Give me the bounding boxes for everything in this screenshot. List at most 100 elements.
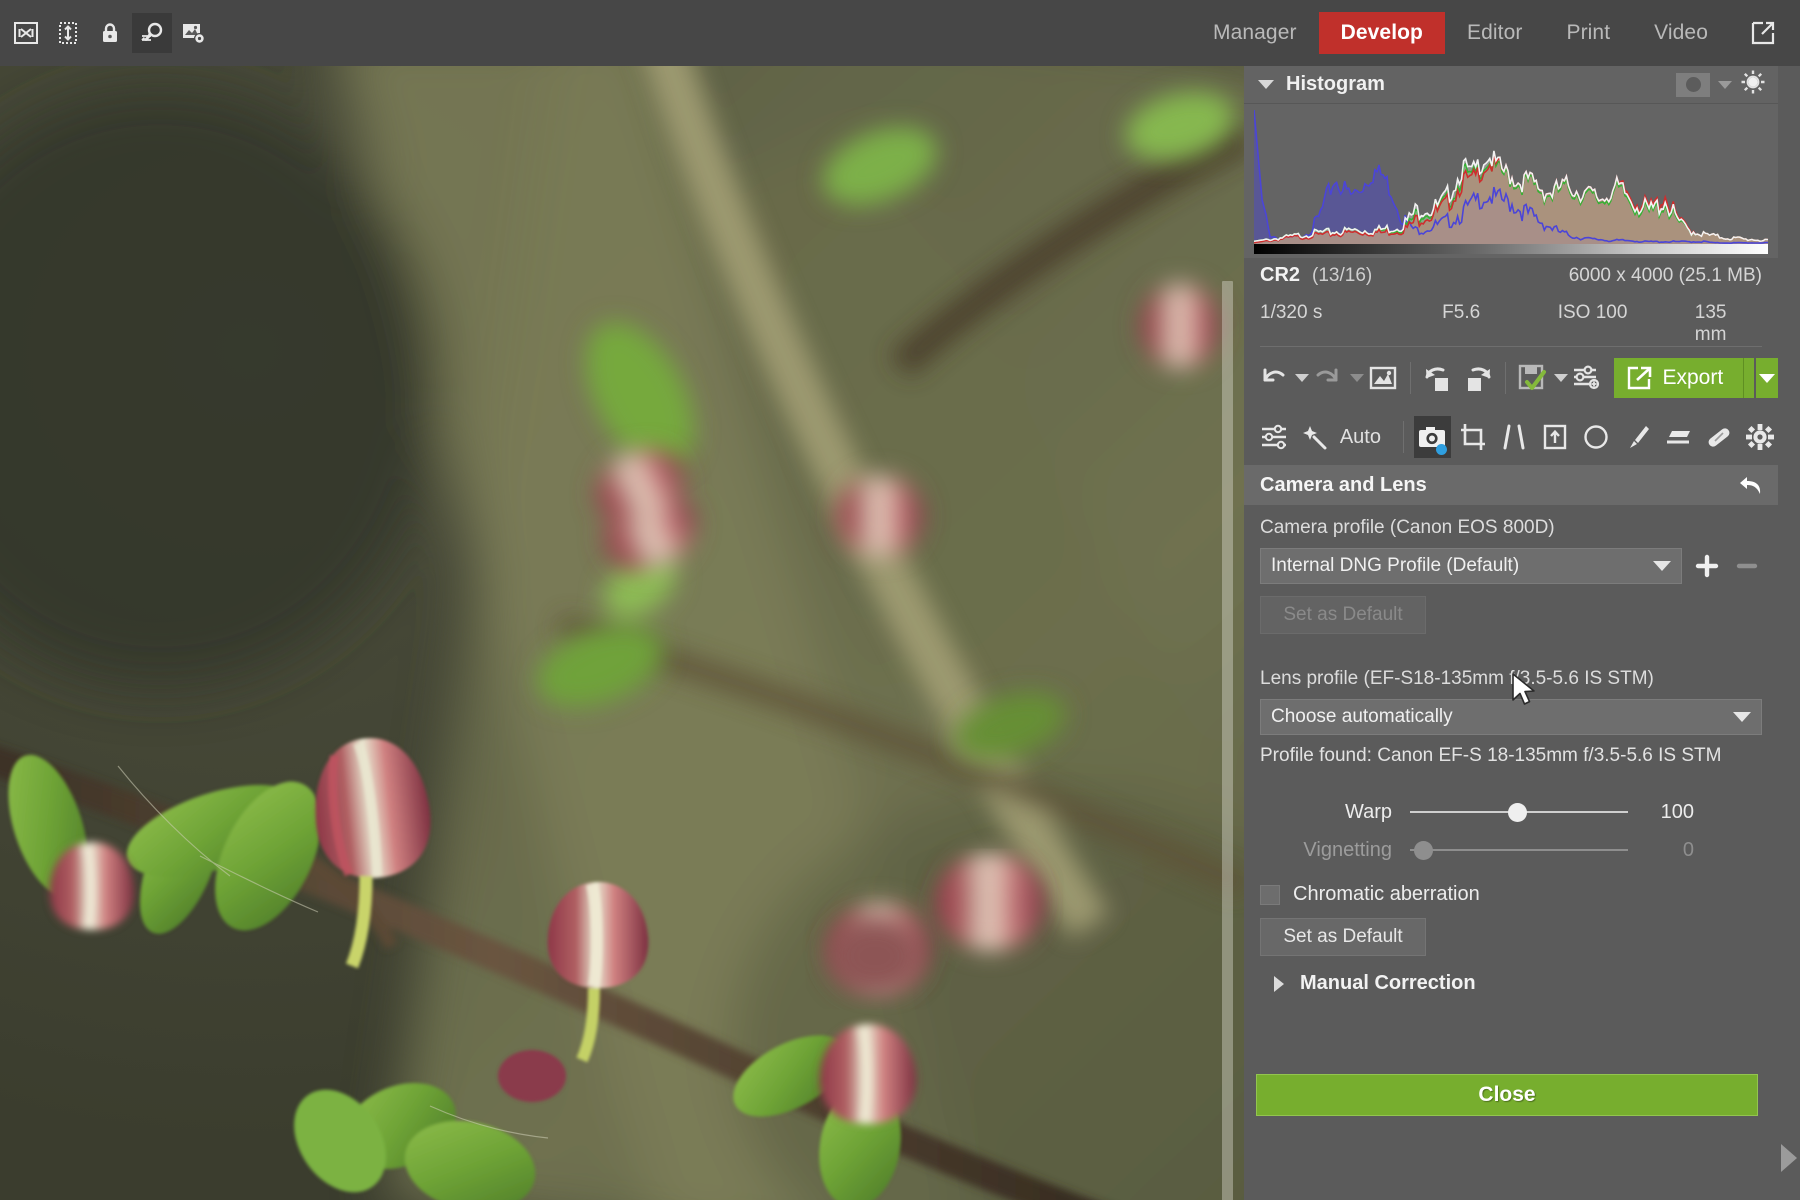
save-checked-icon[interactable] [1515, 355, 1549, 401]
divider [1743, 358, 1745, 398]
lens-profile-label: Lens profile (EF-S18-135mm f/3.5-5.6 IS … [1260, 668, 1654, 689]
lens-set-as-default-button[interactable]: Set as Default [1260, 918, 1426, 956]
magic-wand-icon[interactable] [1297, 416, 1334, 458]
undo-icon[interactable] [1256, 355, 1290, 401]
reset-arrow-icon[interactable] [1736, 472, 1764, 498]
warp-slider[interactable] [1410, 801, 1628, 823]
tab-video[interactable]: Video [1632, 12, 1730, 54]
add-profile-button[interactable] [1692, 551, 1722, 581]
metadata-row-file: CR2 (13/16) 6000 x 4000 (25.1 MB) [1260, 264, 1762, 302]
tab-manager[interactable]: Manager [1191, 12, 1319, 54]
lock-zoom-icon[interactable] [90, 13, 130, 53]
export-button[interactable]: Export [1614, 358, 1755, 398]
iso: ISO 100 [1557, 302, 1628, 323]
chevron-down-icon [1653, 561, 1671, 571]
panel-content: Histogram CR2 (13/16) 6000 x 4000 (25.1 … [1244, 66, 1779, 1200]
gradient-filter-tool[interactable] [1659, 416, 1696, 458]
tab-print[interactable]: Print [1544, 12, 1632, 54]
tab-editor[interactable]: Editor [1445, 12, 1544, 54]
vignetting-slider-value: 0 [1682, 838, 1694, 861]
mode-tabs: Manager Develop Editor Print Video [1191, 0, 1800, 66]
fit-to-height-icon[interactable] [48, 13, 88, 53]
chromatic-aberration-checkbox[interactable] [1260, 884, 1280, 905]
lens-profile-select[interactable]: Choose automatically [1260, 699, 1762, 735]
lens-profile-value: Choose automatically [1271, 706, 1453, 727]
chevron-down-icon [1733, 712, 1751, 722]
save-options-chevron-down-icon[interactable] [1554, 374, 1569, 382]
metadata-row-exif: 1/320 s F5.6 ISO 100 135 mm [1260, 302, 1762, 345]
profile-found-text: Profile found: Canon EF-S 18-135mm f/3.5… [1260, 745, 1722, 766]
auto-label[interactable]: Auto [1340, 426, 1381, 449]
sliders-icon[interactable] [1256, 416, 1293, 458]
image-viewer[interactable] [0, 66, 1244, 1200]
lens-profile-block: Lens profile (EF-S18-135mm f/3.5-5.6 IS … [1260, 668, 1762, 767]
image-dimensions: 6000 x 4000 (25.1 MB) [1568, 265, 1762, 286]
rotate-left-icon[interactable] [1421, 355, 1457, 401]
vignetting-slider-handle[interactable] [1413, 840, 1433, 860]
export-options-button[interactable] [1756, 358, 1779, 398]
paintbrush-tool[interactable] [1618, 416, 1655, 458]
warp-slider-handle[interactable] [1507, 802, 1527, 822]
remove-profile-button[interactable] [1732, 551, 1762, 581]
aperture: F5.6 [1442, 302, 1481, 323]
develop-settings-icon[interactable] [1570, 355, 1604, 401]
chevron-down-icon[interactable] [1718, 80, 1732, 89]
file-format: CR2 [1260, 264, 1301, 286]
image-index: (13/16) [1312, 265, 1373, 286]
close-button[interactable]: Close [1256, 1074, 1758, 1116]
lens-correction-sliders: Warp 100 Vignetting 0 [1260, 793, 1762, 869]
camera-profile-row: Internal DNG Profile (Default) [1260, 548, 1762, 584]
divider [1410, 362, 1411, 394]
chromatic-aberration-row[interactable]: Chromatic aberration [1260, 883, 1762, 906]
chevron-right-icon[interactable] [1274, 975, 1284, 992]
manual-correction-label: Manual Correction [1300, 972, 1476, 994]
manual-correction-row[interactable]: Manual Correction [1260, 972, 1762, 995]
section-title: Camera and Lens [1260, 473, 1427, 496]
chevron-down-icon[interactable] [1258, 80, 1274, 89]
tab-develop[interactable]: Develop [1318, 12, 1445, 54]
tool-settings-gear-icon[interactable] [1741, 416, 1778, 458]
undo-history-chevron-down-icon[interactable] [1295, 374, 1309, 382]
rotate-right-icon[interactable] [1459, 355, 1495, 401]
compare-zoom-icon[interactable] [132, 13, 172, 53]
panel-expander-chevron-right-icon[interactable] [1781, 1144, 1797, 1172]
app-window: Manager Develop Editor Print Video Histo… [0, 0, 1800, 1200]
redo-history-chevron-down-icon[interactable] [1350, 374, 1364, 382]
divider [1504, 362, 1506, 394]
warp-slider-label: Warp [1344, 800, 1392, 823]
camera-and-lens-tool[interactable] [1413, 416, 1451, 458]
divider [1402, 421, 1404, 453]
camera-profile-label: Camera profile (Canon EOS 800D) [1260, 517, 1555, 538]
histogram-header[interactable]: Histogram [1244, 66, 1778, 104]
camera-and-lens-section-body: Camera profile (Canon EOS 800D) Internal… [1244, 505, 1778, 995]
warp-slider-value[interactable]: 100 [1628, 801, 1694, 824]
compare-image-icon[interactable] [1366, 355, 1400, 401]
panel-scroll-column [1778, 66, 1800, 1200]
fit-to-window-icon[interactable] [6, 13, 46, 53]
camera-and-lens-section-header: Camera and Lens [1244, 465, 1778, 505]
vignetting-slider-row: Vignetting 0 [1260, 831, 1762, 869]
rotate-perspective-tool[interactable] [1496, 416, 1533, 458]
vignetting-slider[interactable] [1410, 839, 1628, 861]
gear-icon[interactable] [1740, 69, 1766, 100]
histogram-tone-gradient [1254, 244, 1768, 254]
develop-action-toolbar: Export [1244, 347, 1779, 409]
radial-filter-tool[interactable] [1578, 416, 1615, 458]
crop-tool[interactable] [1455, 416, 1492, 458]
clipping-indicator-icon[interactable] [1676, 72, 1710, 97]
vignetting-slider-label: Vignetting [1303, 838, 1392, 861]
image-metadata: CR2 (13/16) 6000 x 4000 (25.1 MB) 1/320 … [1244, 258, 1778, 345]
shutter-speed: 1/320 s [1260, 302, 1323, 323]
open-in-new-window-icon[interactable] [1740, 10, 1786, 56]
image-settings-icon[interactable] [174, 13, 214, 53]
upright-tool[interactable] [1537, 416, 1574, 458]
camera-profile-select[interactable]: Internal DNG Profile (Default) [1260, 548, 1682, 584]
retouch-bandage-tool[interactable] [1700, 416, 1737, 458]
right-panel: Histogram CR2 (13/16) 6000 x 4000 (25.1 … [1244, 66, 1800, 1200]
image-vertical-scrollbar[interactable] [1222, 281, 1233, 1200]
develop-tools-bar: Auto [1244, 409, 1778, 465]
focal-length: 135 mm [1694, 302, 1727, 345]
camera-set-as-default-button[interactable]: Set as Default [1260, 596, 1426, 634]
redo-icon[interactable] [1311, 355, 1345, 401]
chromatic-aberration-label: Chromatic aberration [1293, 883, 1480, 905]
